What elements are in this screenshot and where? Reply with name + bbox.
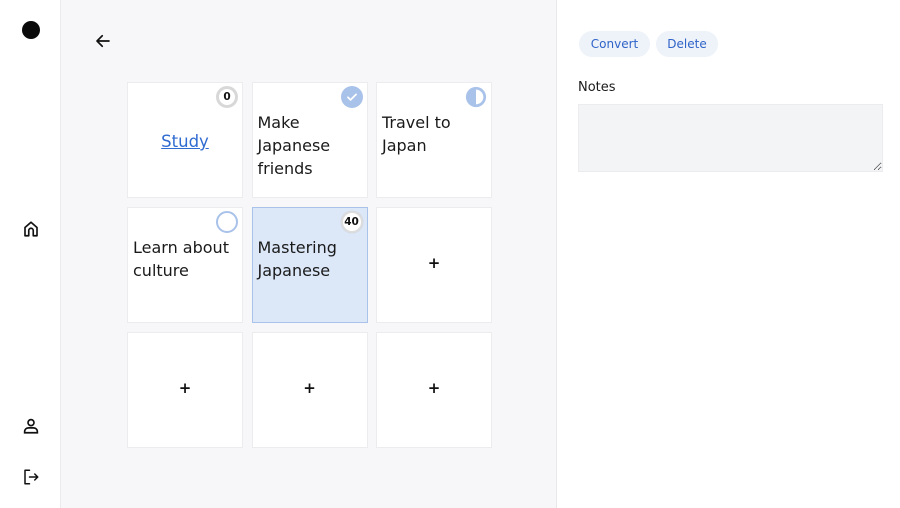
grid-cell-mastering-japanese[interactable]: 40 Mastering Japanese xyxy=(251,207,368,323)
home-icon[interactable] xyxy=(21,219,41,239)
grid-cell-add[interactable]: + xyxy=(251,332,368,448)
plus-icon: + xyxy=(303,379,316,397)
plus-icon: + xyxy=(427,254,441,272)
grid-cell-make-japanese-friends[interactable]: Make Japanese friends xyxy=(251,82,368,198)
notes-label: Notes xyxy=(578,80,616,95)
cell-text: Learn about culture xyxy=(133,238,229,280)
main-area: 0 Study Make Japanese friends Travel to … xyxy=(61,0,557,508)
cell-text: Make Japanese friends xyxy=(257,113,331,178)
arrow-left-icon[interactable] xyxy=(93,31,113,51)
grid-cell-add[interactable]: + xyxy=(376,207,492,323)
grid-cell-study[interactable]: 0 Study xyxy=(127,82,243,198)
convert-button[interactable]: Convert xyxy=(579,31,650,57)
cell-text: Travel to Japan xyxy=(382,113,451,155)
cell-text: Mastering Japanese xyxy=(257,238,337,280)
count-badge: 0 xyxy=(216,86,238,108)
count-badge: 40 xyxy=(340,211,363,233)
plus-icon: + xyxy=(427,379,441,397)
goal-grid: 0 Study Make Japanese friends Travel to … xyxy=(127,82,492,448)
grid-cell-travel-to-japan[interactable]: Travel to Japan xyxy=(376,82,492,198)
user-icon[interactable] xyxy=(21,416,41,436)
notes-textarea[interactable] xyxy=(578,104,883,172)
logout-icon[interactable] xyxy=(21,467,41,487)
empty-circle-icon xyxy=(216,211,238,233)
detail-panel: Convert Delete Notes xyxy=(558,0,900,508)
cell-link[interactable]: Study xyxy=(128,132,242,151)
plus-icon: + xyxy=(178,379,192,397)
check-circle-icon xyxy=(340,86,363,108)
sidebar xyxy=(0,0,61,508)
grid-cell-learn-about-culture[interactable]: Learn about culture xyxy=(127,207,243,323)
grid-cell-add[interactable]: + xyxy=(376,332,492,448)
grid-cell-add[interactable]: + xyxy=(127,332,243,448)
half-circle-icon xyxy=(465,86,487,108)
logo[interactable] xyxy=(22,21,40,39)
delete-button[interactable]: Delete xyxy=(656,31,718,57)
